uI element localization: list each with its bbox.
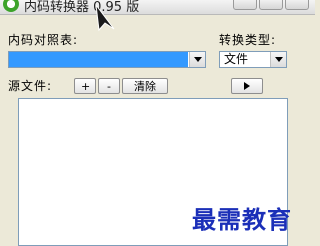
source-file-label: 源文件: <box>8 79 53 93</box>
code-table-value <box>9 52 188 67</box>
convert-type-select[interactable]: 文件 <box>219 51 287 68</box>
remove-file-button[interactable]: - <box>98 78 120 94</box>
clear-button[interactable]: 清除 <box>122 78 168 94</box>
code-table-dropdown-button[interactable] <box>189 52 205 67</box>
add-file-button[interactable]: + <box>74 78 96 94</box>
play-icon <box>244 82 250 90</box>
convert-type-value: 文件 <box>224 52 249 66</box>
minimize-button[interactable] <box>233 0 257 10</box>
run-button[interactable] <box>231 78 263 94</box>
close-button[interactable] <box>285 0 309 10</box>
convert-type-label: 转换类型: <box>219 33 277 47</box>
window-title: 内码转换器 0.95 版 <box>24 0 140 15</box>
watermark-text: 最需教育 <box>192 205 292 234</box>
arrow-cursor-icon <box>95 4 115 32</box>
chevron-down-icon <box>193 57 202 62</box>
maximize-button[interactable] <box>259 0 283 10</box>
window-controls <box>233 0 309 10</box>
title-bar: 内码转换器 0.95 版 <box>0 0 315 15</box>
code-table-select[interactable] <box>8 51 206 68</box>
chevron-down-icon <box>274 57 283 62</box>
recycle-icon <box>3 0 19 12</box>
convert-type-dropdown-button[interactable] <box>270 52 286 67</box>
code-table-label: 内码对照表: <box>8 33 79 47</box>
